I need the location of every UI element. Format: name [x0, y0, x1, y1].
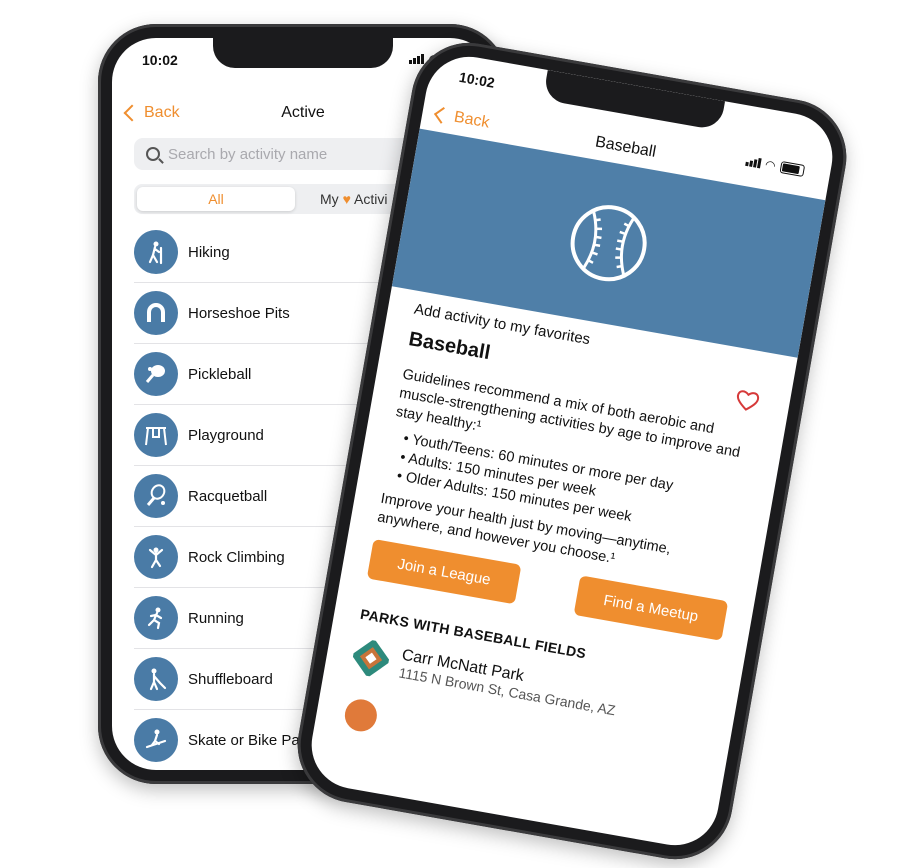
park-list-item-partial[interactable]	[339, 695, 382, 742]
segment-my-suffix: Activi	[354, 191, 388, 207]
segment-my-prefix: My	[320, 191, 339, 207]
activity-label: Horseshoe Pits	[188, 304, 290, 322]
skate-icon	[134, 718, 178, 762]
park-logo-icon	[344, 699, 377, 732]
activity-label: Skate or Bike Par	[188, 731, 305, 749]
activity-label: Running	[188, 609, 244, 627]
activity-label: Shuffleboard	[188, 670, 273, 688]
segment-all[interactable]: All	[137, 187, 295, 211]
baseball-icon	[570, 205, 647, 282]
shuffleboard-icon	[134, 657, 178, 701]
activity-label: Racquetball	[188, 487, 268, 505]
park-logo-icon	[351, 638, 391, 678]
hiking-icon	[134, 230, 178, 274]
running-icon	[134, 596, 178, 640]
park-list-item[interactable]: Carr McNatt Park 1115 N Brown St, Casa G…	[350, 637, 711, 735]
activity-label: Rock Climbing	[188, 548, 285, 566]
playground-icon	[134, 413, 178, 457]
status-time: 10:02	[142, 52, 178, 68]
search-placeholder: Search by activity name	[168, 145, 328, 163]
status-time: 10:02	[457, 68, 496, 91]
pickleball-icon	[134, 352, 178, 396]
heart-icon: ♥	[342, 191, 351, 207]
heart-icon[interactable]	[734, 388, 761, 414]
horseshoe-icon	[134, 291, 178, 335]
activity-label: Hiking	[188, 243, 230, 261]
notch	[213, 38, 393, 68]
activity-label: Pickleball	[188, 365, 252, 383]
search-icon	[146, 147, 160, 161]
signal-icon	[408, 54, 424, 64]
notch	[542, 70, 726, 131]
segment-my-activities[interactable]: My ♥ Activi	[320, 187, 387, 211]
rock-climbing-icon	[134, 535, 178, 579]
park-info: Carr McNatt Park 1115 N Brown St, Casa G…	[398, 647, 620, 719]
racquetball-icon	[134, 474, 178, 518]
activity-label: Playground	[188, 426, 264, 444]
search-input[interactable]: Search by activity name	[134, 138, 444, 170]
